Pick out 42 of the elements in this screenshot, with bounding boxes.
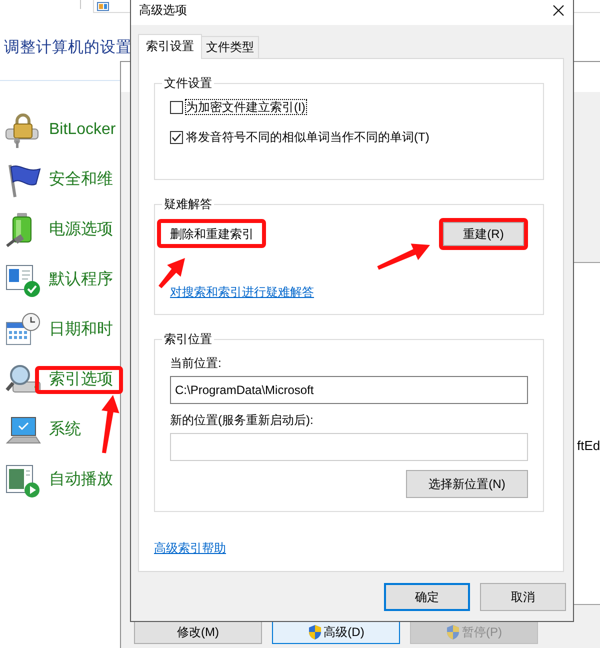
dialog-title: 高级选项 (139, 3, 187, 17)
settings-link[interactable]: 安全和维 (49, 170, 113, 190)
rebuild-button[interactable]: 重建(R) (443, 222, 524, 246)
checkbox-label[interactable]: 为加密文件建立索引(I) (185, 99, 308, 115)
advanced-button[interactable]: 高级(D) (272, 620, 400, 644)
pointer-arrow (101, 395, 120, 454)
settings-link[interactable]: 默认程序 (49, 270, 113, 290)
checkbox-label[interactable]: 将发音符号不同的相似单词当作不同的单词(T) (185, 129, 432, 145)
new-location-field[interactable] (170, 433, 528, 461)
padlock-icon[interactable] (5, 112, 41, 148)
help-link[interactable]: 高级索引帮助 (154, 540, 226, 556)
ok-button[interactable]: 确定 (384, 583, 470, 611)
settings-link[interactable]: 电源选项 (49, 220, 113, 240)
window-check-icon[interactable] (5, 262, 41, 298)
rebuild-description: 删除和重建索引 (170, 226, 254, 242)
list-cell: ftEd (577, 437, 600, 455)
settings-link[interactable]: 自动播放 (49, 470, 113, 490)
location-field[interactable]: C:\ProgramData\Microsoft (170, 376, 528, 404)
troubleshoot-link[interactable]: 对搜索和索引进行疑难解答 (170, 284, 314, 300)
cancel-button[interactable]: 取消 (480, 583, 566, 611)
group-label: 索引位置 (163, 331, 213, 347)
shield-icon (308, 624, 322, 640)
settings-link[interactable]: BitLocker (49, 120, 116, 140)
field-label: 新的位置(服务重新启动后): (170, 412, 314, 428)
tab[interactable]: 文件类型 (201, 36, 259, 58)
settings-link[interactable]: 索引选项 (49, 370, 113, 390)
calendar-clock-icon[interactable] (5, 312, 41, 348)
settings-link[interactable]: 系统 (49, 420, 81, 440)
modify-button[interactable]: 修改(M) (134, 620, 262, 644)
checkbox[interactable] (170, 130, 183, 144)
select-location-button[interactable]: 选择新位置(N) (406, 470, 528, 498)
page-title: 调整计算机的设置 (4, 38, 132, 58)
window-play-icon[interactable] (5, 462, 41, 498)
checkbox[interactable] (170, 100, 183, 114)
field-label: 当前位置: (170, 355, 222, 371)
shield-icon (446, 624, 460, 640)
tab[interactable]: 索引设置 (138, 34, 202, 59)
group-label: 疑难解答 (163, 196, 213, 212)
group-label: 文件设置 (163, 75, 213, 91)
pointer-arrow (377, 243, 430, 270)
settings-link[interactable]: 日期和时 (49, 320, 113, 340)
close-icon[interactable] (553, 5, 564, 16)
